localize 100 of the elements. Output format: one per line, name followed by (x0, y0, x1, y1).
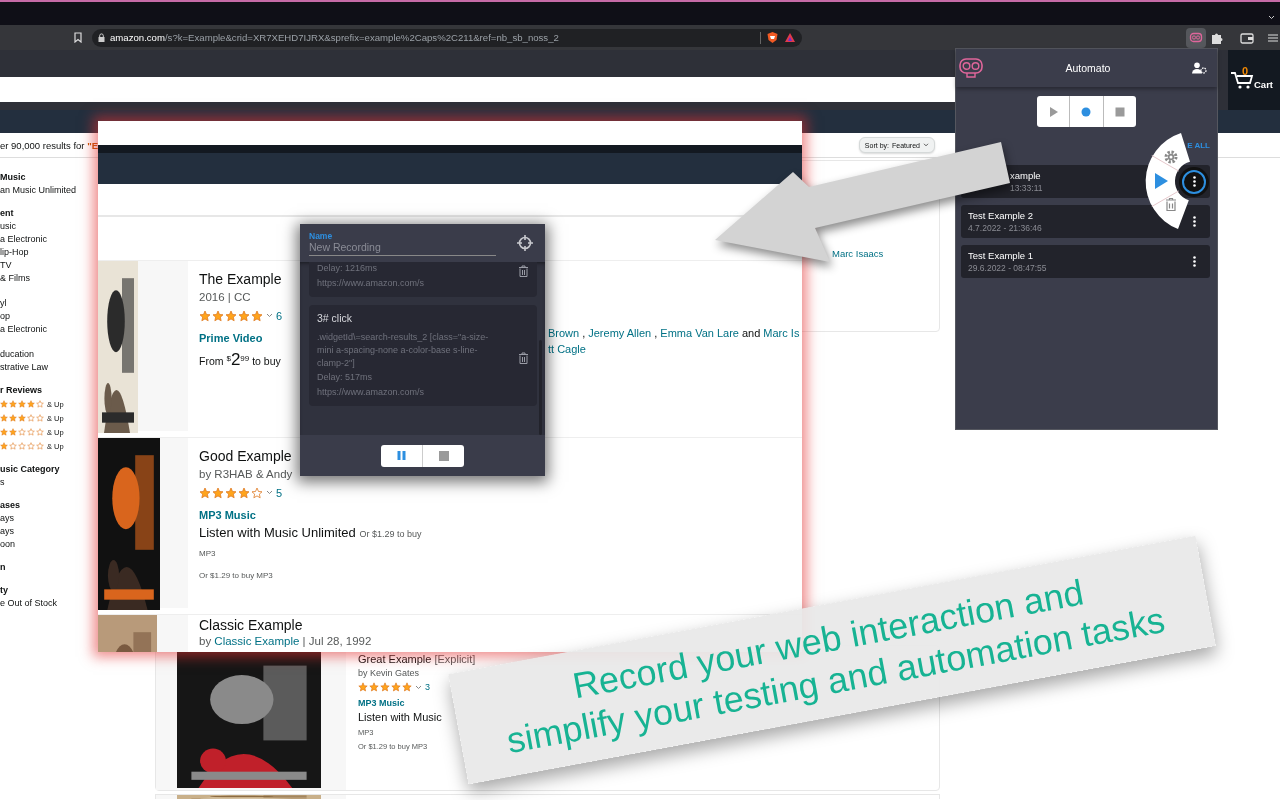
filter-link[interactable]: usic (0, 221, 16, 231)
recording-date: 29.6.2022 - 08:47:55 (968, 263, 1047, 273)
price-note: Or $1.29 to buy (359, 529, 422, 539)
format-link[interactable]: MP3 Music (358, 698, 405, 708)
review-count[interactable]: 3 (425, 680, 430, 694)
more-icon (1192, 256, 1196, 267)
step-title: 3# click (317, 311, 353, 326)
play-icon[interactable] (1155, 173, 1168, 189)
filter-link[interactable]: TV (0, 260, 12, 270)
more-icon (1192, 216, 1196, 227)
address-bar[interactable]: amazon.com/s?k=Example&crid=XR7XEHD7IJRX&sprefix=example%2Caps%2C211&ref=nb_sb_noss_2 (92, 28, 802, 47)
recording-item[interactable]: Test Example 1 29.6.2022 - 08:47:55 (961, 245, 1210, 278)
triangle-icon[interactable] (784, 32, 796, 43)
cart-count: 0 (1242, 65, 1249, 77)
shield-icon[interactable] (766, 31, 779, 44)
app-title: Automato (1064, 62, 1112, 74)
price-text: From $^{$}$2$^{99}$ to buy (199, 354, 281, 367)
credit-text: , (654, 327, 658, 339)
name-field[interactable]: New Recording (309, 240, 496, 256)
recording-name: Test Example 1 (968, 250, 1034, 261)
review-count[interactable]: 6 (276, 307, 283, 324)
recording-name: Test Example 2 (968, 210, 1034, 221)
chevron-icon (266, 313, 273, 318)
filter-link[interactable]: s (0, 477, 5, 487)
step-selector: .widgetId\=search-results_2 [class="a-size-mini a-spacing-none a-color-base s-line-clamp-2"] (317, 331, 490, 370)
pause-icon (396, 450, 407, 461)
stop-icon (1113, 105, 1126, 118)
step-url: https://www.amazon.com/s (317, 386, 426, 399)
play-icon (1047, 105, 1060, 118)
product-title[interactable]: Great Example (358, 653, 432, 665)
filter-heading: r Reviews (0, 384, 44, 397)
robot-face-icon[interactable] (1186, 27, 1206, 48)
filter-link[interactable]: & Films (0, 273, 30, 283)
artist-link[interactable]: Emma Van Lare (660, 327, 739, 339)
filter-heading: ent (0, 207, 15, 220)
url-text: amazon.com/s?k=Example&crid=XR7XEHD7IJRX&sprefix=example%2Caps%2C211&ref=nb_sb_noss_2 (110, 32, 559, 43)
field-label: Name (309, 230, 334, 241)
filter-link[interactable]: yl (0, 298, 7, 308)
lock-icon (98, 33, 105, 42)
artist-link[interactable]: Marc Isaacs (832, 248, 884, 259)
product-title[interactable]: Good Example (199, 448, 292, 464)
product-byline: by Kevin Gates (358, 668, 420, 678)
filter-link[interactable]: ays (0, 526, 14, 536)
recording-date: 13:33:11 (1010, 183, 1043, 193)
trash-icon[interactable] (518, 351, 529, 364)
cart-button[interactable]: 0 Cart (1228, 50, 1280, 110)
artist-link[interactable]: Brown (548, 327, 580, 339)
review-count[interactable]: 5 (276, 484, 283, 501)
filter-link[interactable]: strative Law (0, 362, 49, 372)
filter-link[interactable]: a Electronic (0, 324, 48, 334)
settings-icon[interactable] (1164, 150, 1178, 164)
user-settings-icon[interactable] (1192, 62, 1207, 74)
step-delay: Delay: 517ms (317, 371, 374, 384)
filter-heading: ty (0, 584, 9, 597)
trash-icon[interactable] (518, 265, 529, 277)
format-link[interactable]: Prime Video (199, 332, 263, 344)
step-delay: Delay: 1216ms (317, 262, 379, 275)
byline-text: by R3HAB & Andy (199, 468, 293, 480)
filter-link[interactable]: oon (0, 539, 16, 549)
release-date: | Jul 28, 1992 (302, 635, 372, 647)
price-text: Or $1.29 to buy MP3 (199, 571, 273, 580)
more-icon (1192, 176, 1196, 187)
filter-heading: usic Category (0, 463, 61, 476)
recording-date: 4.7.2022 - 21:36:46 (968, 223, 1042, 233)
trash-icon[interactable] (1165, 197, 1177, 212)
search-field[interactable] (0, 77, 955, 102)
wallet-icon[interactable] (1240, 31, 1254, 44)
recording-item[interactable]: Test Example 2 4.7.2022 - 21:36:46 (961, 205, 1210, 238)
step-url: https://www.amazon.com/s (317, 277, 426, 290)
filter-link[interactable]: op (0, 311, 10, 321)
crosshair-icon[interactable] (517, 235, 533, 251)
filter-link[interactable]: lip-Hop (0, 247, 29, 257)
format-label: MP3 (199, 549, 216, 558)
menu-icon[interactable] (1268, 32, 1278, 43)
artist-link[interactable]: Marc Is (763, 327, 800, 339)
filter-heading: Music (0, 171, 27, 184)
format-link[interactable]: MP3 Music (199, 509, 256, 521)
filter-heading: ases (0, 499, 22, 512)
filter-link[interactable]: ays (0, 513, 14, 523)
bookmark-icon[interactable] (74, 32, 82, 43)
artist-link[interactable]: Classic Example (214, 635, 300, 647)
filter-link[interactable]: an Music Unlimited (0, 185, 77, 195)
stop-icon (438, 450, 449, 461)
product-title[interactable]: The Example (199, 271, 282, 287)
artist-link[interactable]: tt Cagle (548, 343, 586, 355)
offer-text: Listen with Music (358, 711, 442, 723)
product-title[interactable]: Classic Example (199, 617, 303, 633)
explicit-note: [Explicit] (434, 653, 476, 665)
results-summary: er 90,000 results for "E (0, 139, 98, 151)
credit-text: and (741, 327, 761, 339)
filter-link[interactable]: ducation (0, 349, 35, 359)
chevron-icon (923, 143, 929, 147)
artist-link[interactable]: Jeremy Allen (588, 327, 652, 339)
more-button[interactable] (1182, 169, 1206, 194)
chevron-icon (1268, 15, 1275, 20)
filter-link[interactable]: e Out of Stock (0, 598, 58, 608)
filter-link[interactable]: a Electronic (0, 234, 48, 244)
byline-text: 2016 | CC (199, 291, 251, 303)
record-icon (1080, 105, 1093, 118)
chevron-icon (415, 684, 422, 690)
